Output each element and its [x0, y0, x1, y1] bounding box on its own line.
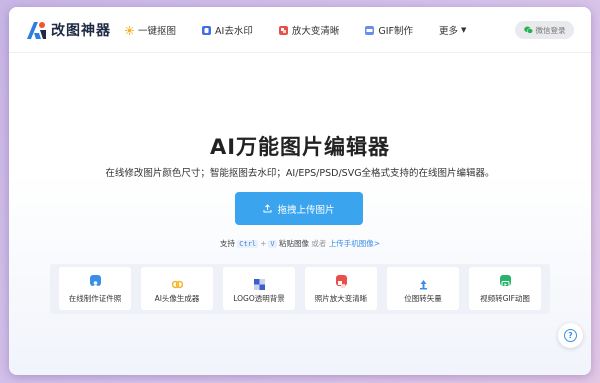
tool-label: AI头像生成器	[154, 294, 200, 303]
tool-bitmap-vector[interactable]: 位图转矢量	[387, 267, 459, 310]
nav-item-label: GIF制作	[378, 26, 413, 37]
login-label: 微信登录	[535, 25, 566, 35]
tool-label: 在线制作证件照	[68, 294, 122, 303]
logo-icon	[25, 20, 47, 40]
nav-item-label: 更多	[438, 26, 458, 37]
tool-photo-enlarge[interactable]: 照片放大变清晰	[305, 267, 377, 310]
mobile-upload-link[interactable]: 上传手机图像>	[329, 239, 380, 248]
nav-item-more[interactable]: 更多 ▼	[439, 23, 466, 37]
page-subtitle: 在线修改图片颜色尺寸；智能抠图去水印；AI/EPS/PSD/SVG全格式支持的在…	[105, 168, 495, 179]
v-key: V	[268, 240, 277, 248]
help-button[interactable]: ?	[558, 323, 583, 348]
gif-icon	[365, 25, 375, 35]
sparkle-icon	[125, 25, 134, 35]
brand-name: 改图神器	[51, 23, 111, 39]
transparent-icon	[253, 275, 265, 290]
main-nav: 一键抠图 AI去水印 放大变清晰 GIF制作 更多 ▼	[125, 7, 492, 53]
nav-item-cutout[interactable]: 一键抠图	[125, 23, 176, 37]
tool-video-gif[interactable]: 视频转GIF动图	[469, 267, 541, 310]
paste-action: 粘贴图像	[279, 239, 310, 248]
wechat-login-button[interactable]: 微信登录	[515, 21, 574, 39]
paste-or: 或者	[311, 239, 327, 248]
nav-item-gif[interactable]: GIF制作	[365, 23, 413, 37]
upload-button[interactable]: 拖拽上传图片	[235, 192, 363, 225]
video-gif-icon	[499, 275, 511, 288]
upload-label: 拖拽上传图片	[277, 204, 335, 216]
tool-label: 视频转GIF动图	[480, 294, 530, 303]
tool-logo-transparent[interactable]: LOGO透明背景	[223, 267, 295, 310]
tool-id-photo[interactable]: 在线制作证件照	[59, 267, 131, 310]
paste-hint: 支持 Ctrl + V 粘贴图像 或者 上传手机图像>	[9, 238, 591, 249]
chevron-down-icon: ▼	[461, 26, 467, 34]
page-title: AI万能图片编辑器	[209, 135, 391, 159]
nav-item-label: 一键抠图	[138, 26, 177, 37]
nav-item-enlarge[interactable]: 放大变清晰	[278, 23, 340, 37]
ctrl-key: Ctrl	[237, 240, 259, 248]
top-header: 改图神器 一键抠图 AI去水印 放大变清晰 GIF制作 更多 ▼ 微信登录	[9, 7, 591, 53]
nav-item-ai-watermark[interactable]: AI去水印	[202, 23, 253, 37]
tool-label: LOGO透明背景	[233, 294, 285, 303]
nav-item-label: 放大变清晰	[291, 26, 340, 37]
plus-sign: +	[260, 239, 267, 248]
ai-icon	[202, 25, 212, 35]
tool-ai-avatar[interactable]: AI头像生成器	[141, 267, 213, 310]
id-photo-icon	[89, 275, 101, 288]
question-icon: ?	[564, 329, 577, 342]
nav-item-label: AI去水印	[215, 26, 253, 37]
brand-logo[interactable]: 改图神器	[25, 20, 111, 40]
tool-shortcuts: 在线制作证件照 AI头像生成器 LOGO透明背景 照片放大变清晰 位图转矢量 视…	[50, 264, 550, 314]
upload-icon	[263, 204, 272, 213]
vector-icon	[417, 275, 429, 290]
enlarge-icon	[278, 25, 288, 35]
photo-enlarge-icon	[335, 275, 347, 288]
wechat-icon	[523, 26, 533, 34]
tool-label: 位图转矢量	[404, 294, 442, 303]
paste-prefix: 支持	[219, 239, 235, 248]
tool-label: 照片放大变清晰	[314, 294, 368, 303]
avatar-gen-icon	[171, 275, 183, 289]
app-window: 改图神器 一键抠图 AI去水印 放大变清晰 GIF制作 更多 ▼ 微信登录 AI…	[9, 7, 591, 375]
